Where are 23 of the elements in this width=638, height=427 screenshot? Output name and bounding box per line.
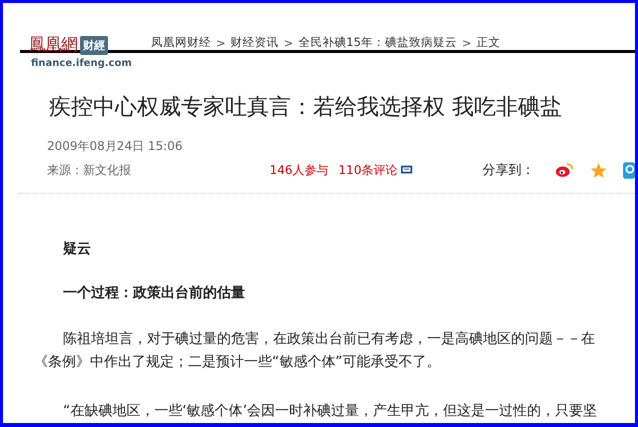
- comment-count[interactable]: 110条评论: [338, 162, 398, 178]
- breadcrumb-separator: >: [216, 36, 226, 50]
- section-heading: 疑云: [63, 240, 92, 258]
- share-icon[interactable]: [622, 160, 635, 180]
- publish-date: 2009年08月24日 15:06: [47, 138, 182, 155]
- article-paragraph: “在缺碘地区，一些‘敏感个体’会因一时补碘过量，产生甲亢，但这是一过性的，只要坚: [62, 402, 598, 421]
- site-domain: finance.ifeng.com: [31, 58, 132, 69]
- breadcrumb-link[interactable]: 财经资讯: [230, 35, 279, 50]
- article-source: 来源：新文化报: [47, 162, 132, 178]
- share-label: 分享到：: [482, 162, 535, 179]
- participant-count[interactable]: 146人参与: [270, 162, 329, 178]
- star-icon[interactable]: [590, 160, 607, 180]
- section-heading: 一个过程：政策出台前的估量: [63, 284, 246, 302]
- article-paragraph: 陈祖培坦言，对于碘过量的危害，在政策出台前已有考虑，一是高碘地区的问题－－在《条例》中作出了规定；二是预计一些“敏感个体”可能承受不了。: [34, 330, 596, 372]
- article-title: 疾控中心权威专家吐真言：若给我选择权 我吃非碘盐: [49, 94, 563, 122]
- breadcrumb-link[interactable]: 正文: [476, 35, 501, 50]
- breadcrumb-separator: >: [284, 36, 294, 50]
- section-badge: 财經: [80, 36, 108, 54]
- site-logo[interactable]: 鳳凰網: [29, 35, 77, 55]
- breadcrumb-link[interactable]: 凤凰网财经: [151, 35, 211, 50]
- comment-icon[interactable]: [401, 165, 413, 175]
- breadcrumb-separator: >: [462, 36, 472, 50]
- breadcrumb-link[interactable]: 全民补碘15年：碘盐致病疑云: [298, 35, 457, 50]
